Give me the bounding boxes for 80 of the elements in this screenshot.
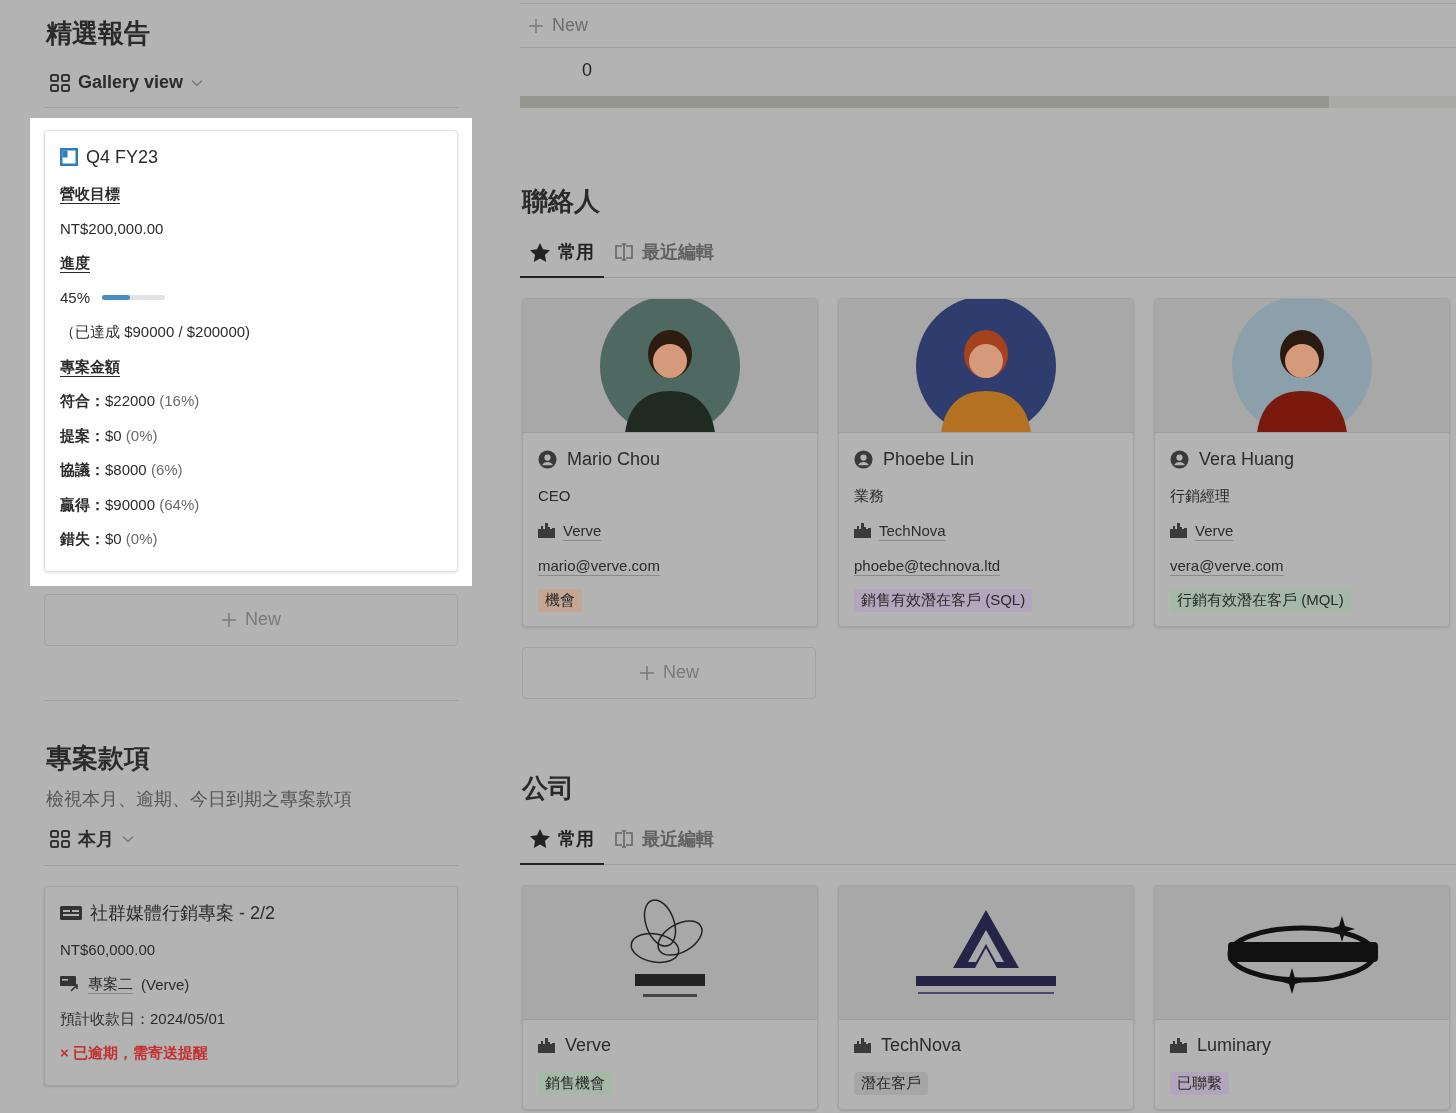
text-cursor-icon [614, 829, 634, 848]
plus-icon [221, 611, 237, 628]
email-link[interactable]: mario@verve.com [538, 556, 660, 574]
status-tag: 已聯繫 [1170, 1071, 1229, 1095]
email-link[interactable]: vera@verve.com [1170, 556, 1284, 574]
user-circle-icon [854, 449, 873, 469]
company-name: Verve [565, 1035, 612, 1056]
overdue-status: × 已逾期，需寄送提醒 [60, 1043, 208, 1063]
view-switcher[interactable]: 本月 [44, 822, 140, 855]
field-label: 營收目標 [60, 184, 120, 204]
project-company: (Verve) [141, 975, 190, 993]
field-value: NT$200,000.00 [60, 218, 164, 239]
card-title: 社群媒體行銷專案 - 2/2 [90, 901, 276, 925]
grid-icon [50, 73, 70, 92]
field-label: 專案金額 [60, 356, 120, 377]
company-name: Luminary [1197, 1035, 1272, 1056]
section-title: 聯絡人 [522, 185, 601, 218]
field-label: 進度 [60, 253, 90, 273]
user-circle-icon [538, 449, 557, 469]
status-tag: 銷售有效潛在客戶 (SQL) [854, 588, 1033, 612]
text-cursor-icon [614, 243, 634, 261]
contact-role: 行銷經理 [1170, 486, 1230, 506]
company-link[interactable]: Verve [1195, 522, 1234, 540]
field-value: （已達成 $90000 / $200000) [60, 322, 251, 342]
contact-name: Mario Chou [567, 448, 661, 470]
stage-amount: 協議：$8000 (6%) [60, 460, 183, 480]
stage-amount: 符合：$22000 (16%) [60, 391, 200, 411]
building-icon [1170, 1038, 1187, 1053]
user-circle-icon [1170, 449, 1189, 469]
section-title: 精選報告 [46, 17, 151, 50]
view-tab[interactable]: 常用 [520, 818, 604, 865]
report-card[interactable]: Q4 FY23 營收目標 NT$200,000.00 進度 45% （已達成 $90000 / $200000) 專案金額 符合：$22000 (16%) 提案：$0 (0%) 協議：$8000 (6%) 贏得：$90000 (64%) 錯失：$0 (0%) [44, 130, 458, 572]
page-icon [60, 148, 78, 166]
star-icon [530, 829, 550, 848]
plus-icon [528, 17, 544, 34]
email-link[interactable]: phoebe@technova.ltd [854, 556, 1001, 574]
star-icon [530, 242, 550, 262]
amount-value: NT$60,000.00 [60, 939, 156, 960]
grid-icon [50, 829, 70, 848]
chevron-down-icon [122, 834, 134, 843]
table-cell-text: 0 [582, 59, 592, 82]
company-card[interactable]: Verve 銷售機會 [522, 884, 818, 1110]
view-switcher[interactable]: Gallery view [44, 68, 210, 97]
contact-card[interactable]: Mario Chou CEO Verve mario@verve.com 機會 [522, 298, 818, 627]
company-card[interactable]: Luminary 已聯繫 [1154, 884, 1450, 1110]
view-tab[interactable]: 常用 [520, 232, 604, 278]
due-date: 預計收款日：2024/05/01 [60, 1008, 226, 1029]
status-tag: 行銷有效潛在客戶 (MQL) [1170, 588, 1351, 612]
stage-amount: 贏得：$90000 (64%) [60, 494, 200, 515]
building-icon [854, 1038, 871, 1053]
building-icon [538, 1038, 555, 1053]
company-name: TechNova [881, 1035, 962, 1056]
contact-name: Phoebe Lin [883, 448, 975, 470]
status-tag: 潛在客戶 [854, 1071, 928, 1095]
company-card[interactable]: TechNova 潛在客戶 [838, 884, 1134, 1110]
chevron-down-icon [191, 78, 204, 87]
section-title: 專案款項 [46, 741, 151, 775]
card-icon [60, 905, 82, 920]
contact-card[interactable]: Vera Huang 行銷經理 Verve vera@verve.com 行銷有效潛在客戶 (MQL) [1154, 298, 1450, 627]
stage-amount: 提案：$0 (0%) [60, 425, 158, 446]
project-link[interactable]: 專案二 [88, 974, 133, 994]
payment-card[interactable]: 社群媒體行銷專案 - 2/2 NT$60,000.00 專案二 (Verve) 預計收款日：2024/05/01 × 已逾期，需寄送提醒 [44, 885, 458, 1086]
status-tag: 機會 [538, 588, 582, 612]
status-tag: 銷售機會 [538, 1071, 612, 1095]
building-icon [538, 523, 555, 539]
contact-role: CEO [538, 486, 571, 506]
company-link[interactable]: TechNova [879, 522, 946, 540]
card-title: Q4 FY23 [86, 146, 159, 168]
contact-name: Vera Huang [1199, 448, 1295, 470]
contact-card[interactable]: Phoebe Lin 業務 TechNova phoebe@technova.ltd 銷售有效潛在客戶 (SQL) [838, 298, 1134, 627]
building-icon [854, 523, 871, 539]
plus-icon [639, 664, 655, 681]
contact-role: 業務 [854, 486, 884, 506]
section-title: 公司 [522, 771, 575, 805]
stage-amount: 錯失：$0 (0%) [60, 529, 158, 549]
building-icon [1170, 523, 1187, 539]
card-arrow-icon [60, 976, 80, 993]
company-link[interactable]: Verve [563, 522, 602, 540]
section-description: 檢視本月、逾期、今日到期之專案款項 [46, 787, 353, 811]
progress-reading: 45% [60, 287, 91, 308]
